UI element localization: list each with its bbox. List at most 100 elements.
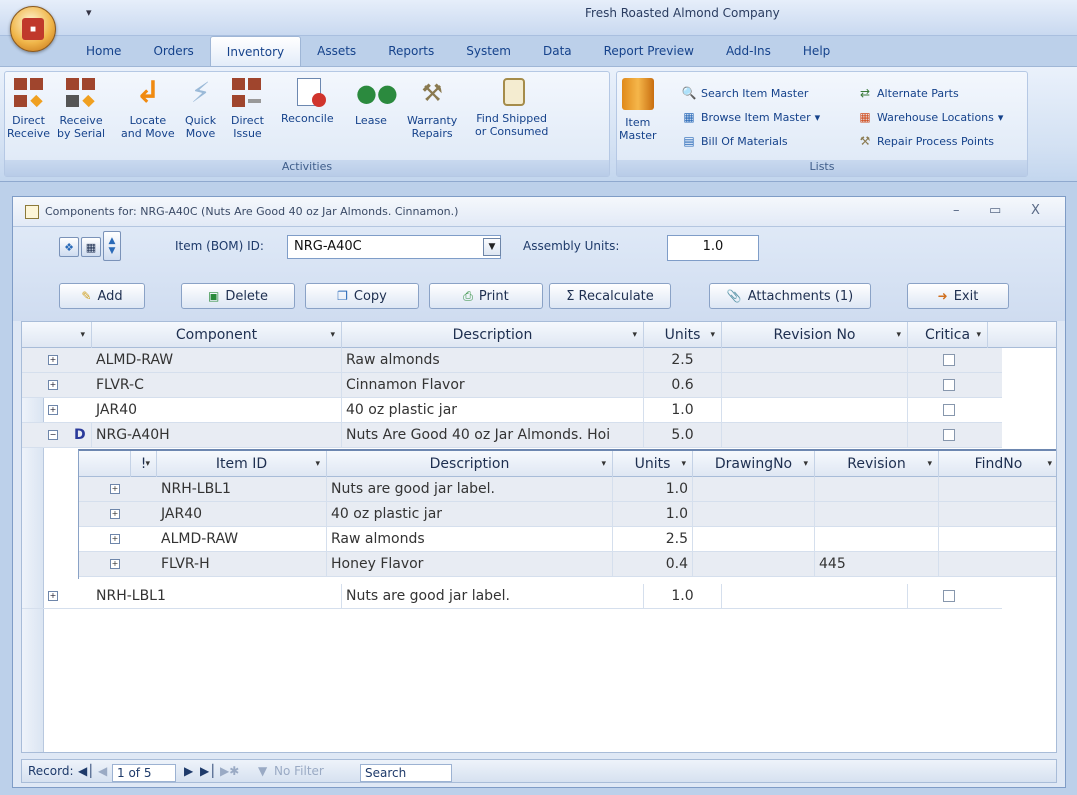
critical-checkbox[interactable] [943, 429, 955, 441]
sub-description-cell[interactable]: Raw almonds [327, 527, 613, 552]
item-id-cell[interactable]: NRH-LBL1 [157, 477, 327, 502]
sort-arrows-icon[interactable]: ▲ ▼ [103, 231, 121, 261]
description-cell[interactable]: Cinnamon Flavor [342, 373, 644, 398]
expand-row-icon[interactable]: + [48, 355, 58, 365]
tab-assets[interactable]: Assets [301, 36, 372, 66]
sub-revision-cell[interactable] [815, 527, 939, 552]
component-cell[interactable]: JAR40 [92, 398, 342, 423]
item-id-cell[interactable]: JAR40 [157, 502, 327, 527]
sub-revision-cell[interactable] [815, 502, 939, 527]
item-id-column-header[interactable]: Item ID ▾ [157, 451, 327, 477]
revision-cell[interactable] [722, 398, 908, 423]
table-row[interactable]: − D NRG-A40H Nuts Are Good 40 oz Jar Alm… [22, 423, 1002, 448]
component-cell[interactable]: FLVR-C [92, 373, 342, 398]
table-row[interactable]: + JAR40 40 oz plastic jar 1.0 [22, 398, 1002, 423]
item-id-dropdown-icon[interactable]: ▼ [483, 238, 501, 256]
search-item-master-button[interactable]: 🔍 Search Item Master [681, 84, 809, 102]
description-cell[interactable]: Nuts Are Good 40 oz Jar Almonds. Hoi [342, 423, 644, 448]
item-id-cell[interactable]: ALMD-RAW [157, 527, 327, 552]
new-record-button[interactable]: ▶✱ [220, 764, 239, 778]
sub-expand-icon[interactable]: + [110, 559, 120, 569]
units-column-header[interactable]: Units ▾ [644, 322, 722, 348]
next-record-button[interactable]: ▶ [184, 764, 193, 778]
direct-issue-button[interactable]: Direct Issue [231, 78, 264, 140]
sub-units-column-header[interactable]: Units ▾ [613, 451, 693, 477]
drawing-no-cell[interactable] [693, 552, 815, 577]
sub-table-row[interactable]: + NRH-LBL1 Nuts are good jar label. 1.0 [79, 477, 1056, 502]
bill-of-materials-button[interactable]: ▤ Bill Of Materials [681, 132, 787, 150]
critical-column-header[interactable]: Critica ▾ [908, 322, 988, 348]
tab-system[interactable]: System [450, 36, 527, 66]
revision-cell[interactable] [722, 373, 908, 398]
sub-revision-cell[interactable] [815, 477, 939, 502]
warehouse-locations-button[interactable]: ▦ Warehouse Locations ▾ [857, 108, 1003, 126]
table-row[interactable]: + FLVR-C Cinnamon Flavor 0.6 [22, 373, 1002, 398]
sub-selector-header[interactable] [79, 451, 131, 477]
revision-cell[interactable] [722, 348, 908, 373]
component-column-header[interactable]: Component ▾ [92, 322, 342, 348]
description-cell[interactable]: Nuts are good jar label. [342, 584, 644, 609]
sub-expand-icon[interactable]: + [110, 509, 120, 519]
tab-report-preview[interactable]: Report Preview [588, 36, 710, 66]
description-column-header[interactable]: Description ▾ [342, 322, 644, 348]
assembly-units-field[interactable]: 1.0 [667, 235, 759, 261]
component-cell[interactable]: NRH-LBL1 [92, 584, 342, 609]
copy-button[interactable]: ❐ Copy [305, 283, 419, 309]
table-row[interactable]: + NRH-LBL1 Nuts are good jar label. 1.0 [22, 584, 1002, 609]
tab-reports[interactable]: Reports [372, 36, 450, 66]
units-cell[interactable]: 1.0 [644, 584, 722, 609]
exit-button[interactable]: ➜ Exit [907, 283, 1009, 309]
maximize-button[interactable]: ▭ [989, 203, 1001, 218]
sub-description-column-header[interactable]: Description ▾ [327, 451, 613, 477]
first-record-button[interactable]: ◀│ [78, 764, 94, 778]
description-cell[interactable]: Raw almonds [342, 348, 644, 373]
record-position-field[interactable]: 1 of 5 [112, 764, 176, 782]
table-row[interactable]: + ALMD-RAW Raw almonds 2.5 [22, 348, 1002, 373]
expand-column-header[interactable]: ▾ [44, 322, 92, 348]
sub-revision-column-header[interactable]: Revision ▾ [815, 451, 939, 477]
previous-record-button[interactable]: ◀ [98, 764, 107, 778]
drawing-no-cell[interactable] [693, 477, 815, 502]
drawing-no-column-header[interactable]: DrawingNo ▾ [693, 451, 815, 477]
direct-receive-button[interactable]: Direct Receive [7, 78, 50, 140]
sub-units-cell[interactable]: 1.0 [613, 502, 693, 527]
reconcile-button[interactable]: Reconcile [281, 78, 334, 125]
critical-checkbox[interactable] [943, 590, 955, 602]
drawing-no-cell[interactable] [693, 527, 815, 552]
last-record-button[interactable]: ▶│ [200, 764, 216, 778]
critical-checkbox[interactable] [943, 354, 955, 366]
quick-access-toolbar[interactable]: ▾ [86, 6, 92, 19]
alternate-parts-button[interactable]: ⇄ Alternate Parts [857, 84, 959, 102]
quick-move-button[interactable]: ⚡ Quick Move [185, 78, 216, 141]
expand-row-icon[interactable]: + [48, 380, 58, 390]
sub-revision-cell[interactable]: 445 [815, 552, 939, 577]
sub-flag-column-header[interactable]: ! ▾ [131, 451, 157, 477]
item-id-combo[interactable]: NRG-A40C [287, 235, 501, 259]
minimize-button[interactable]: – [953, 203, 960, 218]
item-id-cell[interactable]: FLVR-H [157, 552, 327, 577]
units-cell[interactable]: 1.0 [644, 398, 722, 423]
help-icon[interactable]: ❖ [59, 237, 79, 257]
collapse-row-icon[interactable]: − [48, 430, 58, 440]
tab-help[interactable]: Help [787, 36, 846, 66]
tab-home[interactable]: Home [70, 36, 137, 66]
expand-row-icon[interactable]: + [48, 591, 58, 601]
critical-checkbox[interactable] [943, 379, 955, 391]
tab-add-ins[interactable]: Add-Ins [710, 36, 787, 66]
expand-row-icon[interactable]: + [48, 405, 58, 415]
sub-expand-icon[interactable]: + [110, 484, 120, 494]
tab-orders[interactable]: Orders [137, 36, 209, 66]
lease-button[interactable]: ●● Lease [355, 78, 398, 127]
print-button[interactable]: ⎙ Print [429, 283, 543, 309]
revision-no-column-header[interactable]: Revision No ▾ [722, 322, 908, 348]
units-cell[interactable]: 0.6 [644, 373, 722, 398]
repair-process-points-button[interactable]: ⚒ Repair Process Points [857, 132, 994, 150]
browse-dropdown-icon[interactable]: ▾ [815, 111, 821, 124]
sub-expand-icon[interactable]: + [110, 534, 120, 544]
sub-units-cell[interactable]: 2.5 [613, 527, 693, 552]
units-cell[interactable]: 5.0 [644, 423, 722, 448]
revision-cell[interactable] [722, 584, 908, 609]
office-button[interactable]: ■ [10, 6, 56, 52]
attachments-button[interactable]: 📎 Attachments (1) [709, 283, 871, 309]
locate-and-move-button[interactable]: ↲ Locate and Move [121, 78, 175, 141]
